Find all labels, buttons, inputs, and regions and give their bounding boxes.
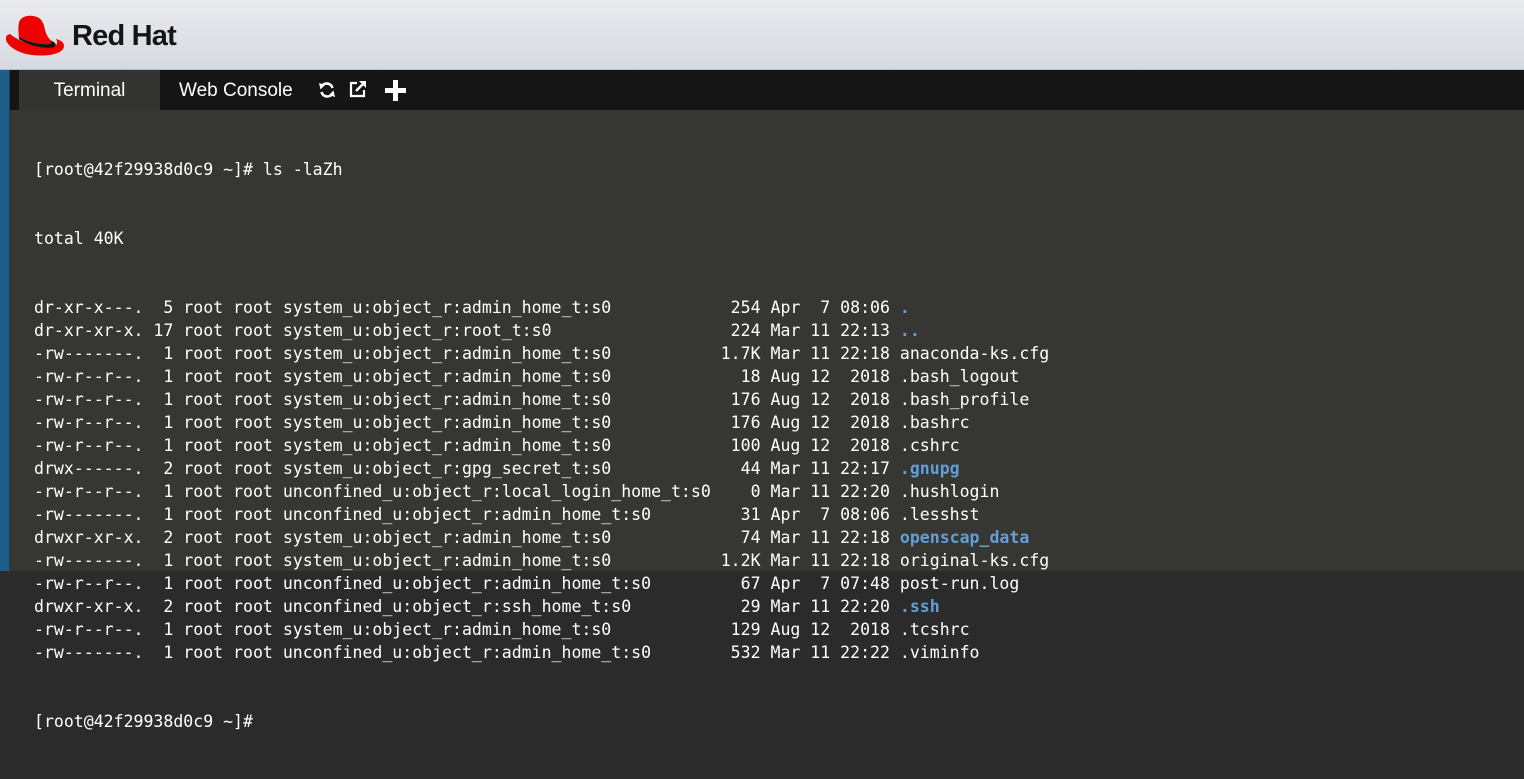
directory-name: openscap_data [899,528,1030,547]
external-link-icon[interactable] [348,80,367,99]
listing-row: drwx------. 2 root root system_u:object_… [34,457,1049,480]
listing-row: -rw-------. 1 root root system_u:object_… [34,549,1049,572]
left-accent-bar [0,70,10,571]
file-name: .bash_logout [899,367,1020,386]
shell-prompt: [root@42f29938d0c9 ~]# [34,712,253,731]
top-header: Red Hat [0,0,1524,70]
command-line: [root@42f29938d0c9 ~]# ls -laZh [34,160,343,179]
directory-name: .gnupg [899,459,960,478]
listing-row: -rw-r--r--. 1 root root system_u:object_… [34,411,1049,434]
terminal-output[interactable]: [root@42f29938d0c9 ~]# ls -laZh total 40… [10,110,1524,731]
terminal-lines: [root@42f29938d0c9 ~]# ls -laZh total 40… [34,112,1049,779]
listing-row: -rw-------. 1 root root unconfined_u:obj… [34,641,1049,664]
file-name: .lesshst [899,505,980,524]
listing-meta: drwxr-xr-x. 2 root root unconfined_u:obj… [34,597,900,616]
file-name: .hushlogin [899,482,1000,501]
tab-terminal[interactable]: Terminal [19,70,160,110]
listing-row: -rw-r--r--. 1 root root system_u:object_… [34,618,1049,641]
listing-row: -rw-------. 1 root root system_u:object_… [34,342,1049,365]
plus-icon[interactable] [385,80,406,101]
listing-meta: drwxr-xr-x. 2 root root system_u:object_… [34,528,900,547]
listing-meta: -rw-------. 1 root root unconfined_u:obj… [34,505,900,524]
total-line: total 40K [34,229,124,248]
file-name: .bash_profile [899,390,1030,409]
tab-web-console[interactable]: Web Console [179,70,293,110]
listing-row: dr-xr-x---. 5 root root system_u:object_… [34,296,1049,319]
listing-meta: -rw-r--r--. 1 root root unconfined_u:obj… [34,574,900,593]
listing-row: -rw-------. 1 root root unconfined_u:obj… [34,503,1049,526]
listing-meta: -rw-r--r--. 1 root root system_u:object_… [34,413,900,432]
file-name: anaconda-ks.cfg [899,344,1050,363]
red-hat-logo[interactable]: Red Hat [4,14,177,58]
listing-meta: -rw-r--r--. 1 root root unconfined_u:obj… [34,482,900,501]
listing-row: -rw-r--r--. 1 root root unconfined_u:obj… [34,572,1049,595]
brand-name: Red Hat [72,19,177,52]
listing-entries: dr-xr-x---. 5 root root system_u:object_… [34,296,1049,664]
listing-meta: -rw-r--r--. 1 root root system_u:object_… [34,390,900,409]
listing-meta: -rw-r--r--. 1 root root system_u:object_… [34,367,900,386]
listing-row: -rw-r--r--. 1 root root system_u:object_… [34,434,1049,457]
listing-row: -rw-r--r--. 1 root root system_u:object_… [34,388,1049,411]
red-hat-icon [5,15,64,56]
file-name: .tcshrc [899,620,970,639]
directory-name: .ssh [899,597,940,616]
file-name: post-run.log [899,574,1020,593]
refresh-icon[interactable] [318,81,336,99]
file-name: .bashrc [899,413,970,432]
listing-meta: -rw-r--r--. 1 root root system_u:object_… [34,436,900,455]
listing-row: -rw-r--r--. 1 root root system_u:object_… [34,365,1049,388]
listing-row: dr-xr-xr-x. 17 root root system_u:object… [34,319,1049,342]
listing-row: drwxr-xr-x. 2 root root system_u:object_… [34,526,1049,549]
listing-row: drwxr-xr-x. 2 root root unconfined_u:obj… [34,595,1049,618]
listing-meta: -rw-r--r--. 1 root root system_u:object_… [34,620,900,639]
console-frame: Terminal Web Console [root@42f29938d0c9 … [0,70,1524,731]
listing-meta: dr-xr-xr-x. 17 root root system_u:object… [34,321,900,340]
listing-row: -rw-r--r--. 1 root root unconfined_u:obj… [34,480,1049,503]
directory-name: .. [899,321,920,340]
directory-name: . [899,298,910,317]
file-name: .viminfo [899,643,980,662]
listing-meta: dr-xr-x---. 5 root root system_u:object_… [34,298,900,317]
file-name: original-ks.cfg [899,551,1050,570]
listing-meta: -rw-------. 1 root root system_u:object_… [34,344,900,363]
listing-meta: -rw-------. 1 root root system_u:object_… [34,551,900,570]
listing-meta: -rw-------. 1 root root unconfined_u:obj… [34,643,900,662]
listing-meta: drwx------. 2 root root system_u:object_… [34,459,900,478]
tab-bar: Terminal Web Console [10,70,1524,110]
file-name: .cshrc [899,436,960,455]
